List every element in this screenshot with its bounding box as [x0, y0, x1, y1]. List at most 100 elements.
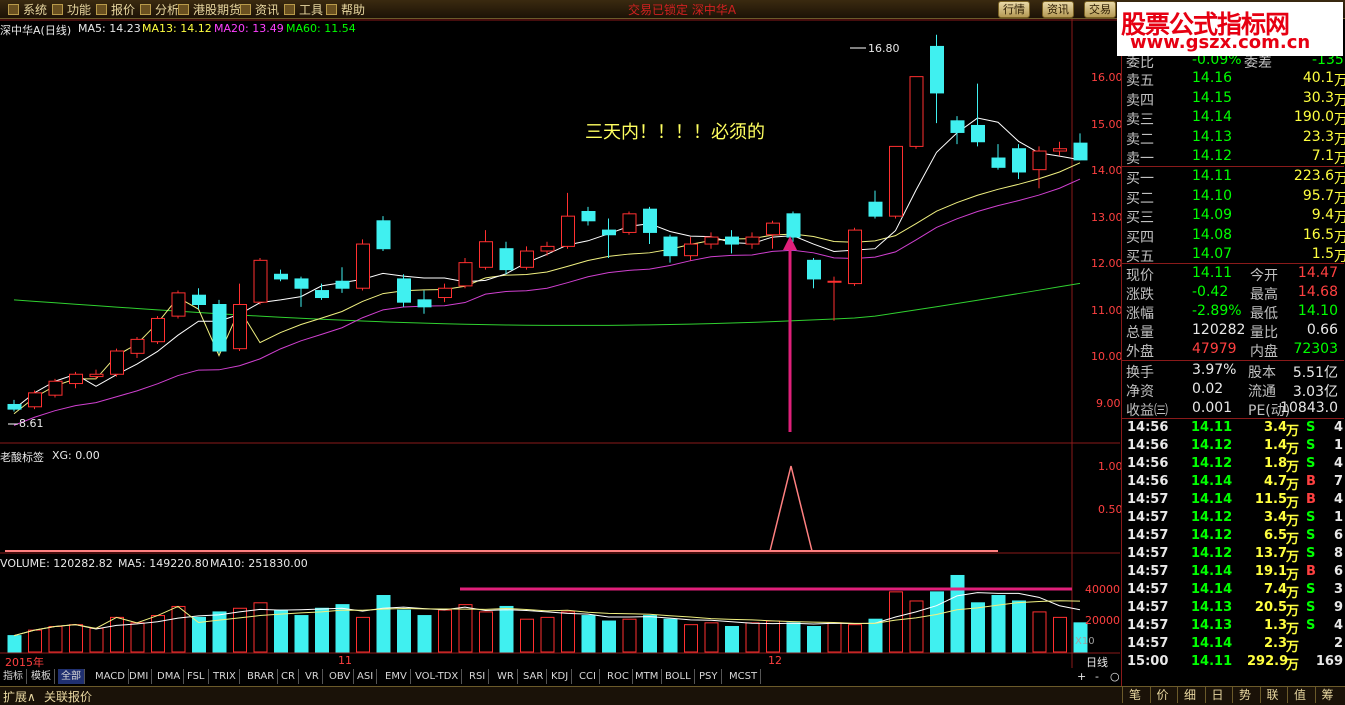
volume-bar	[28, 629, 42, 653]
quote-value: 14.10	[1297, 303, 1338, 319]
tab-market[interactable]: 行情	[998, 1, 1030, 18]
sell-level[interactable]: 卖四 14.15 30.3 万	[1122, 89, 1345, 109]
volume-bar	[48, 625, 63, 653]
indicator-tab-sar[interactable]: SAR	[520, 669, 548, 684]
menu-news[interactable]: 资讯	[240, 1, 279, 18]
buy-level[interactable]: 买三 14.09 9.4 万	[1122, 206, 1345, 226]
indicator-tab-boll[interactable]: BOLL	[662, 669, 695, 684]
kline-chart[interactable]	[0, 19, 1120, 668]
menu-icon	[326, 4, 337, 15]
indicator-tab-brar[interactable]: BRAR	[244, 669, 279, 684]
related-quote-button[interactable]: 关联报价	[44, 688, 92, 705]
volume-bar	[294, 615, 309, 653]
tick-count: 9	[1333, 600, 1343, 615]
tick-count: 1	[1333, 438, 1343, 453]
sell-level[interactable]: 卖二 14.13 23.3 万	[1122, 128, 1345, 148]
panel-tab[interactable]: 筹	[1314, 687, 1340, 703]
volume-bar	[233, 607, 247, 653]
circle-icon[interactable]: ○	[1110, 670, 1120, 683]
indicator-tab-全部[interactable]: 全部	[58, 669, 85, 684]
quote-label: 涨跌	[1126, 287, 1154, 303]
menu-quote[interactable]: 报价	[96, 1, 135, 18]
candle	[909, 76, 924, 147]
tick-side: B	[1306, 492, 1316, 507]
panel-tab[interactable]: 联	[1259, 687, 1285, 703]
tick-unit: 万	[1286, 550, 1300, 565]
indicator-tab-dmi[interactable]: DMI	[126, 669, 153, 684]
sell-level[interactable]: 卖五 14.16 40.1 万	[1122, 69, 1345, 89]
tick-row: 14:57 14.14 19.1 万 B 6	[1125, 564, 1343, 583]
buy-level[interactable]: 买一 14.11 223.6 万	[1122, 167, 1345, 187]
quote-label: 现价	[1126, 268, 1154, 284]
indicator-tab-mcst[interactable]: MCST	[726, 669, 762, 684]
menu-help[interactable]: 帮助	[326, 1, 365, 18]
panel-tab[interactable]: 值	[1287, 687, 1312, 703]
panel-tab[interactable]: 细	[1177, 687, 1202, 703]
panel-tab[interactable]: 日	[1204, 687, 1230, 703]
indicator-tab-rsi[interactable]: RSI	[466, 669, 490, 684]
tick-time: 14:57	[1127, 582, 1169, 597]
expand-button[interactable]: 扩展∧	[3, 688, 36, 705]
volume-unit: X10	[1075, 636, 1095, 647]
quote-value: 0.02	[1192, 381, 1224, 397]
indicator-tab-cr[interactable]: CR	[278, 669, 299, 684]
volume-bar	[766, 620, 780, 653]
sell-level[interactable]: 卖三 14.14 190.0 万	[1122, 108, 1345, 128]
quote-label: 内盘	[1250, 344, 1278, 360]
indicator-tab-vr[interactable]: VR	[302, 669, 323, 684]
menu-tools[interactable]: 工具	[284, 1, 323, 18]
buy-level[interactable]: 买四 14.08 16.5 万	[1122, 226, 1345, 246]
indicator-tab-模板[interactable]: 模板	[28, 669, 55, 684]
menu-analysis[interactable]: 分析	[140, 1, 179, 18]
indicator-tab-asi[interactable]: ASI	[354, 669, 378, 684]
indicator-tab-psy[interactable]: PSY	[696, 669, 722, 684]
indicator-tab-cci[interactable]: CCI	[576, 669, 600, 684]
menu-system[interactable]: 系统	[8, 1, 47, 18]
indicator-tab-vol-tdx[interactable]: VOL-TDX	[412, 669, 463, 684]
buy-level[interactable]: 买五 14.07 1.5 万	[1122, 245, 1345, 265]
level-label: 卖五	[1126, 73, 1154, 89]
indicator-tab-kdj[interactable]: KDJ	[548, 669, 573, 684]
sell-level[interactable]: 卖一 14.12 7.1 万	[1122, 147, 1345, 167]
minus-icon[interactable]: -	[1095, 670, 1099, 683]
level-volume: 23.3	[1302, 128, 1334, 145]
quote-row: 涨跌 -0.42 最高 14.68	[1122, 283, 1344, 303]
candle	[89, 373, 104, 378]
volume-bar	[786, 622, 801, 653]
level-unit: 万	[1334, 151, 1345, 167]
indicator-tab-wr[interactable]: WR	[494, 669, 518, 684]
candle	[1053, 148, 1067, 152]
candle	[930, 45, 944, 94]
indicator-tab-mtm[interactable]: MTM	[632, 669, 663, 684]
volume-bar	[69, 624, 83, 653]
buy-level[interactable]: 买二 14.10 95.7 万	[1122, 187, 1345, 207]
indicator-tab-trix[interactable]: TRIX	[210, 669, 240, 684]
level-volume: 7.1	[1311, 148, 1334, 164]
indicator-tab-roc[interactable]: ROC	[604, 669, 633, 684]
menu-function[interactable]: 功能	[52, 1, 91, 18]
indicator-tab-macd[interactable]: MACD	[92, 669, 129, 684]
tab-news[interactable]: 资讯	[1042, 1, 1074, 18]
volume-bar	[909, 600, 924, 653]
indicator-tab-指标[interactable]: 指标	[0, 669, 27, 684]
indicator-tab-fsl[interactable]: FSL	[184, 669, 209, 684]
add-icon[interactable]: +	[1077, 670, 1086, 683]
tick-count: 1	[1333, 510, 1343, 525]
tick-time: 14:57	[1127, 510, 1169, 525]
indicator-tab-emv[interactable]: EMV	[382, 669, 411, 684]
indicator-tab-dma[interactable]: DMA	[154, 669, 185, 684]
candle	[438, 287, 452, 299]
indicator-tab-obv[interactable]: OBV	[326, 669, 355, 684]
candle	[294, 278, 309, 289]
candle	[868, 201, 883, 217]
panel-tab[interactable]: 笔	[1122, 687, 1147, 703]
tick-price: 14.12	[1191, 456, 1233, 471]
tick-volume: 7.4	[1263, 582, 1287, 597]
panel-tab[interactable]: 势	[1232, 687, 1257, 703]
tick-time: 14:57	[1127, 492, 1169, 507]
menu-hk-futures[interactable]: 港股期货	[178, 1, 241, 18]
tick-unit: 万	[1286, 586, 1300, 601]
level-volume: 9.4	[1311, 207, 1334, 223]
tab-trade[interactable]: 交易	[1084, 1, 1116, 18]
panel-tab[interactable]: 价	[1149, 687, 1175, 703]
